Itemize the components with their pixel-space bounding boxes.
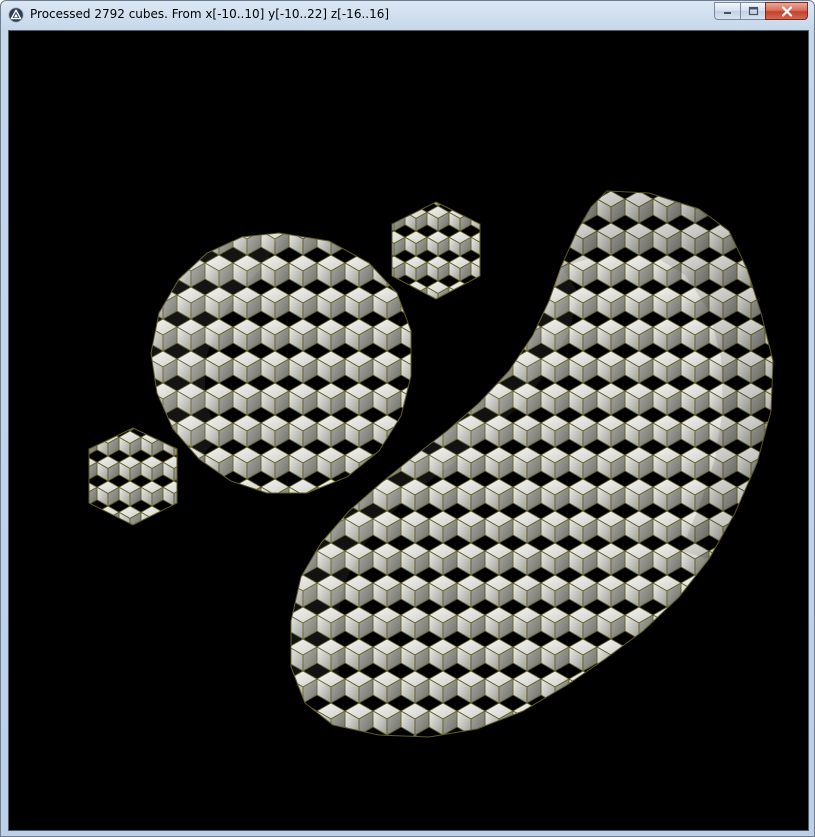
close-button[interactable] (765, 2, 808, 20)
minimize-button[interactable] (714, 2, 740, 20)
render-viewport[interactable] (8, 30, 809, 831)
voxel-sphere (150, 232, 412, 494)
small-cube-left (88, 427, 178, 526)
close-icon (781, 5, 792, 17)
title-bar[interactable]: Processed 2792 cubes. From x[-10..10] y[… (1, 1, 814, 29)
app-window: Processed 2792 cubes. From x[-10..10] y[… (0, 0, 815, 837)
small-cube-top (391, 201, 481, 300)
window-controls (714, 2, 808, 21)
maximize-icon (748, 6, 758, 16)
window-title: Processed 2792 cubes. From x[-10..10] y[… (30, 7, 390, 21)
minimize-icon (723, 12, 731, 14)
maximize-button[interactable] (740, 2, 765, 20)
voxel-scene (88, 190, 774, 738)
app-logo-icon (8, 7, 24, 23)
